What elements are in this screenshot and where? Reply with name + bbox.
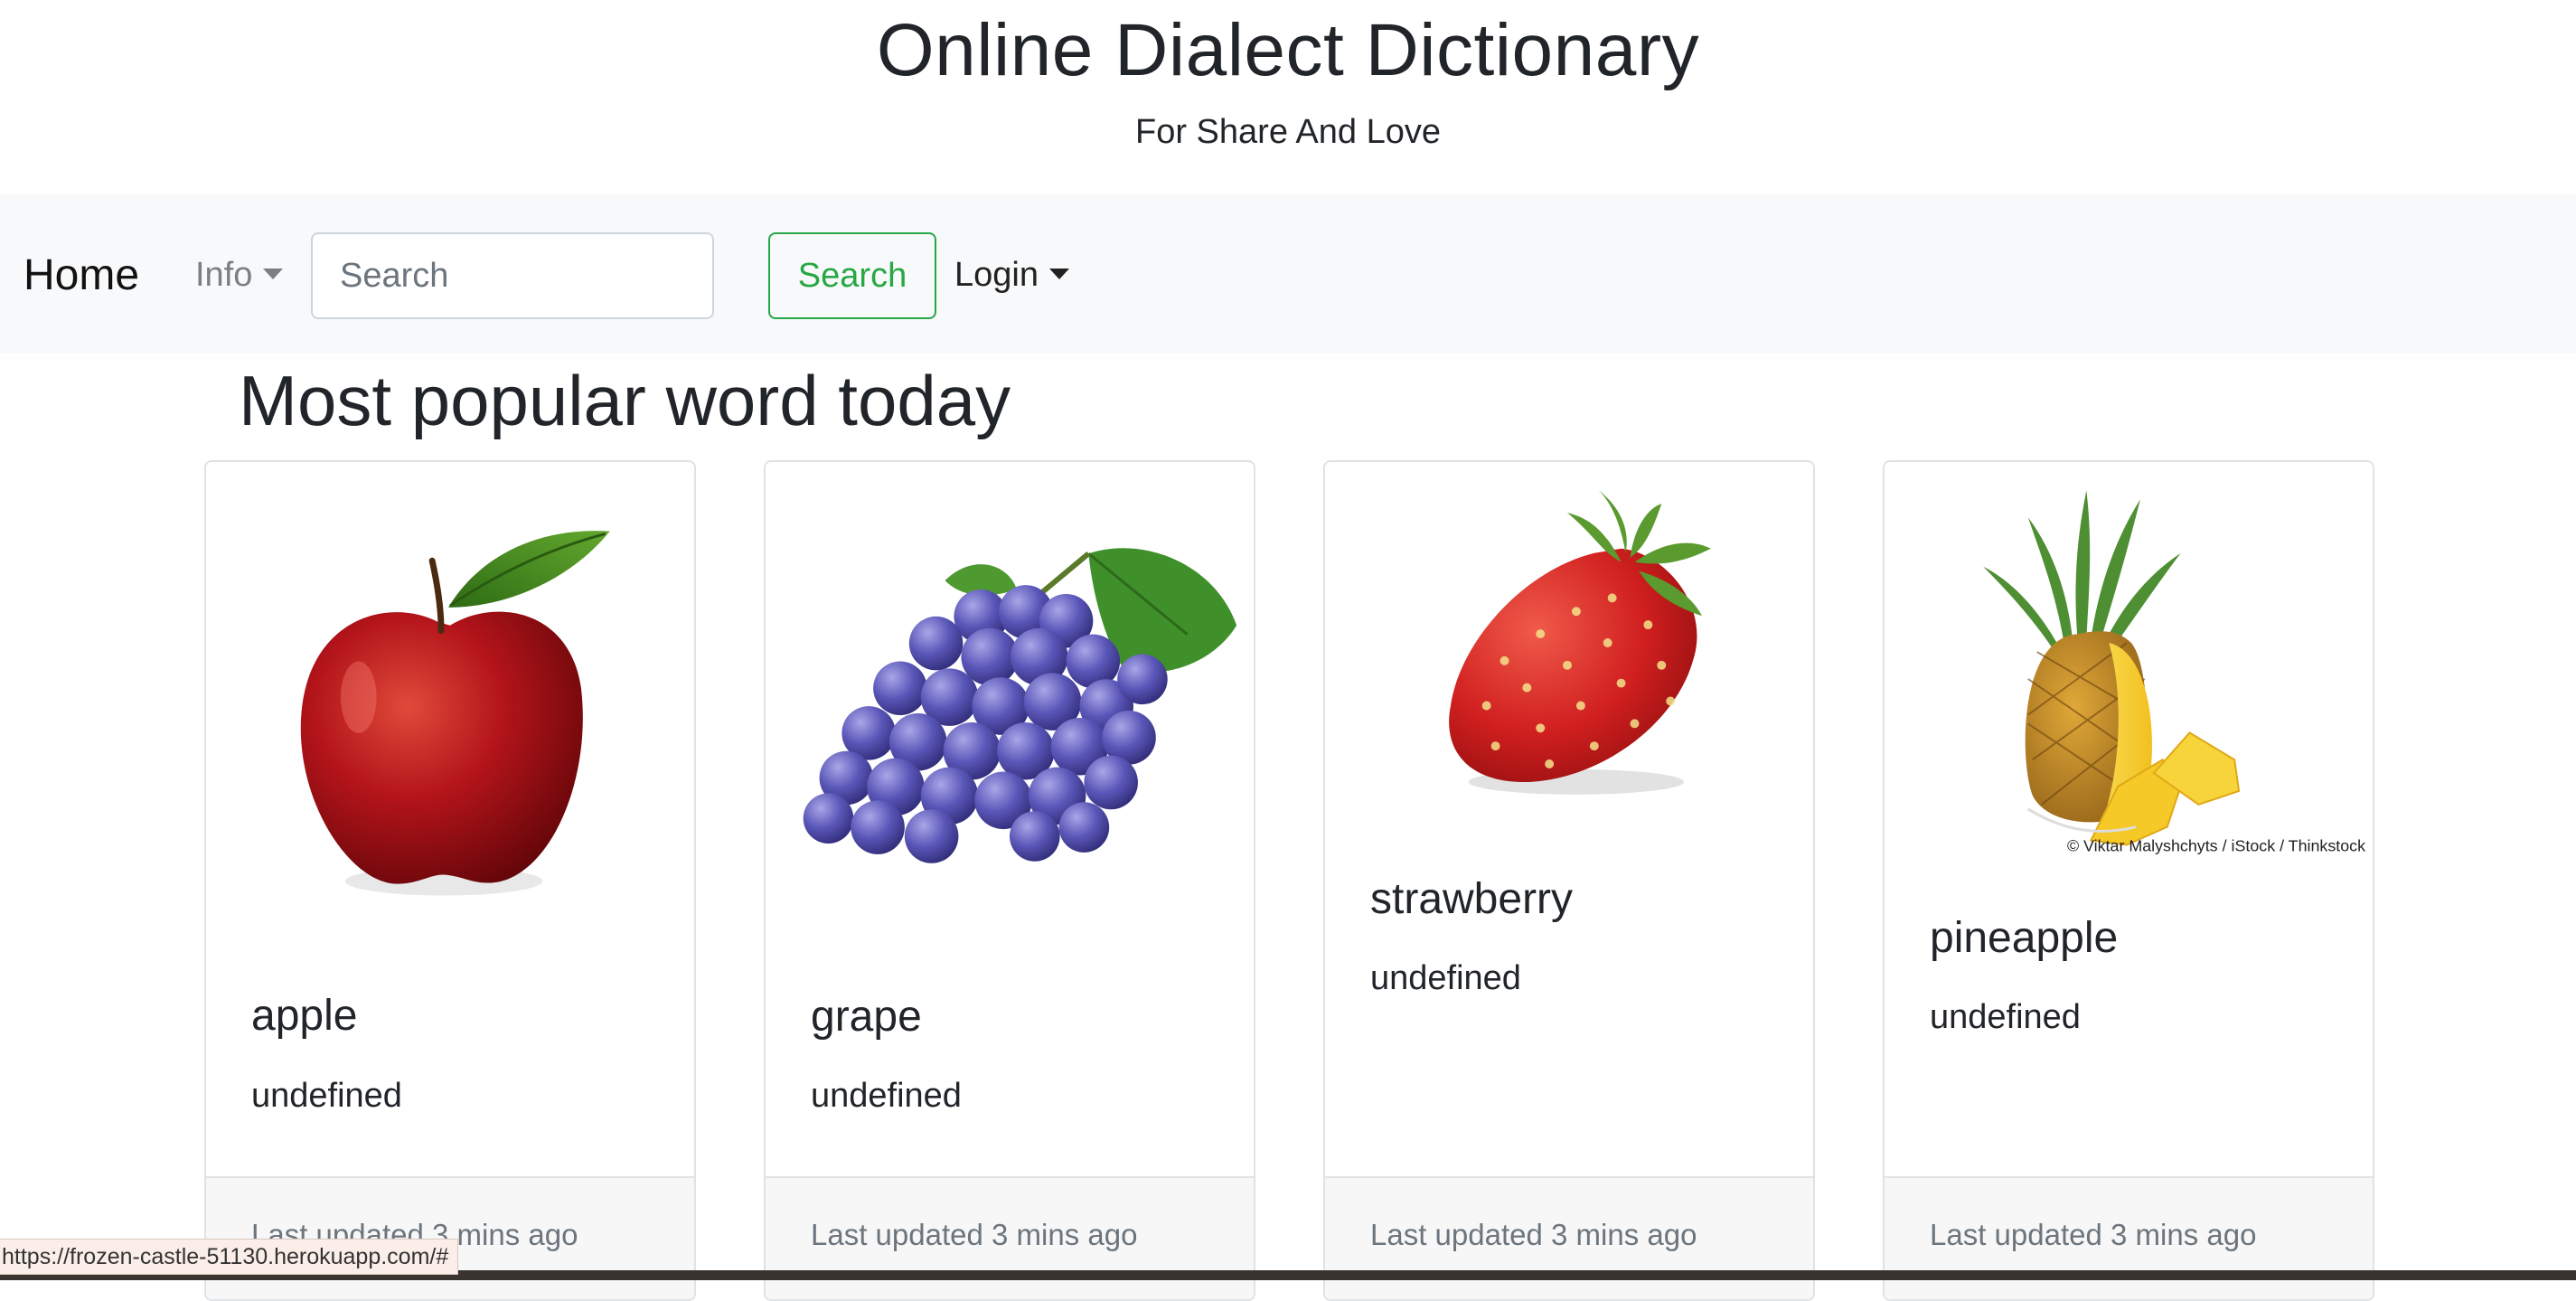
search-button[interactable]: Search bbox=[768, 232, 936, 319]
search-input[interactable] bbox=[311, 232, 714, 319]
apple-image bbox=[300, 531, 610, 896]
site-title: Online Dialect Dictionary bbox=[876, 9, 1700, 91]
word-card-pineapple[interactable]: © Viktar Malyshchyts / iStock / Thinksto… bbox=[1883, 460, 2374, 1301]
image-credit: © Viktar Malyshchyts / iStock / Thinksto… bbox=[2067, 836, 2365, 854]
word-card-apple[interactable]: apple undefined Last updated 3 mins ago bbox=[204, 460, 696, 1301]
site-subtitle: For Share And Love bbox=[1135, 113, 1441, 151]
login-dropdown[interactable]: Login bbox=[954, 250, 1069, 300]
site-header: Online Dialect Dictionary For Share And … bbox=[0, 0, 2576, 194]
word-card-grape[interactable]: grape undefined Last updated 3 mins ago bbox=[764, 460, 1255, 1301]
word-card-strawberry[interactable]: strawberry undefined Last updated 3 mins… bbox=[1323, 460, 1815, 1301]
card-definition: undefined bbox=[1930, 998, 2081, 1036]
chevron-down-icon bbox=[263, 268, 284, 279]
section-heading: Most popular word today bbox=[239, 361, 1011, 440]
grape-image bbox=[803, 548, 1237, 863]
card-title: strawberry bbox=[1370, 875, 1574, 923]
last-updated-text: Last updated 3 mins ago bbox=[1930, 1218, 2257, 1251]
card-footer: Last updated 3 mins ago bbox=[1325, 1176, 1813, 1299]
pineapple-image: © Viktar Malyshchyts / iStock / Thinksto… bbox=[1983, 490, 2365, 854]
card-definition: undefined bbox=[251, 1077, 402, 1115]
card-footer: Last updated 3 mins ago bbox=[1885, 1176, 2373, 1299]
card-title: apple bbox=[251, 992, 358, 1040]
card-footer: Last updated 3 mins ago bbox=[766, 1176, 1254, 1299]
card-title: grape bbox=[811, 993, 922, 1041]
last-updated-text: Last updated 3 mins ago bbox=[811, 1218, 1138, 1251]
card-title: pineapple bbox=[1930, 914, 2119, 962]
card-definition: undefined bbox=[1370, 959, 1521, 997]
navbar: Home Info Search Login bbox=[0, 194, 2576, 354]
chevron-down-icon bbox=[1048, 268, 1069, 279]
strawberry-image bbox=[1449, 490, 1711, 795]
info-dropdown[interactable]: Info bbox=[195, 250, 284, 300]
last-updated-text: Last updated 3 mins ago bbox=[1370, 1218, 1697, 1251]
info-dropdown-label: Info bbox=[195, 256, 253, 294]
login-dropdown-label: Login bbox=[954, 256, 1039, 294]
status-bar-url: https://frozen-castle-51130.herokuapp.co… bbox=[0, 1239, 459, 1275]
home-link[interactable]: Home bbox=[24, 249, 139, 303]
card-definition: undefined bbox=[811, 1077, 962, 1115]
